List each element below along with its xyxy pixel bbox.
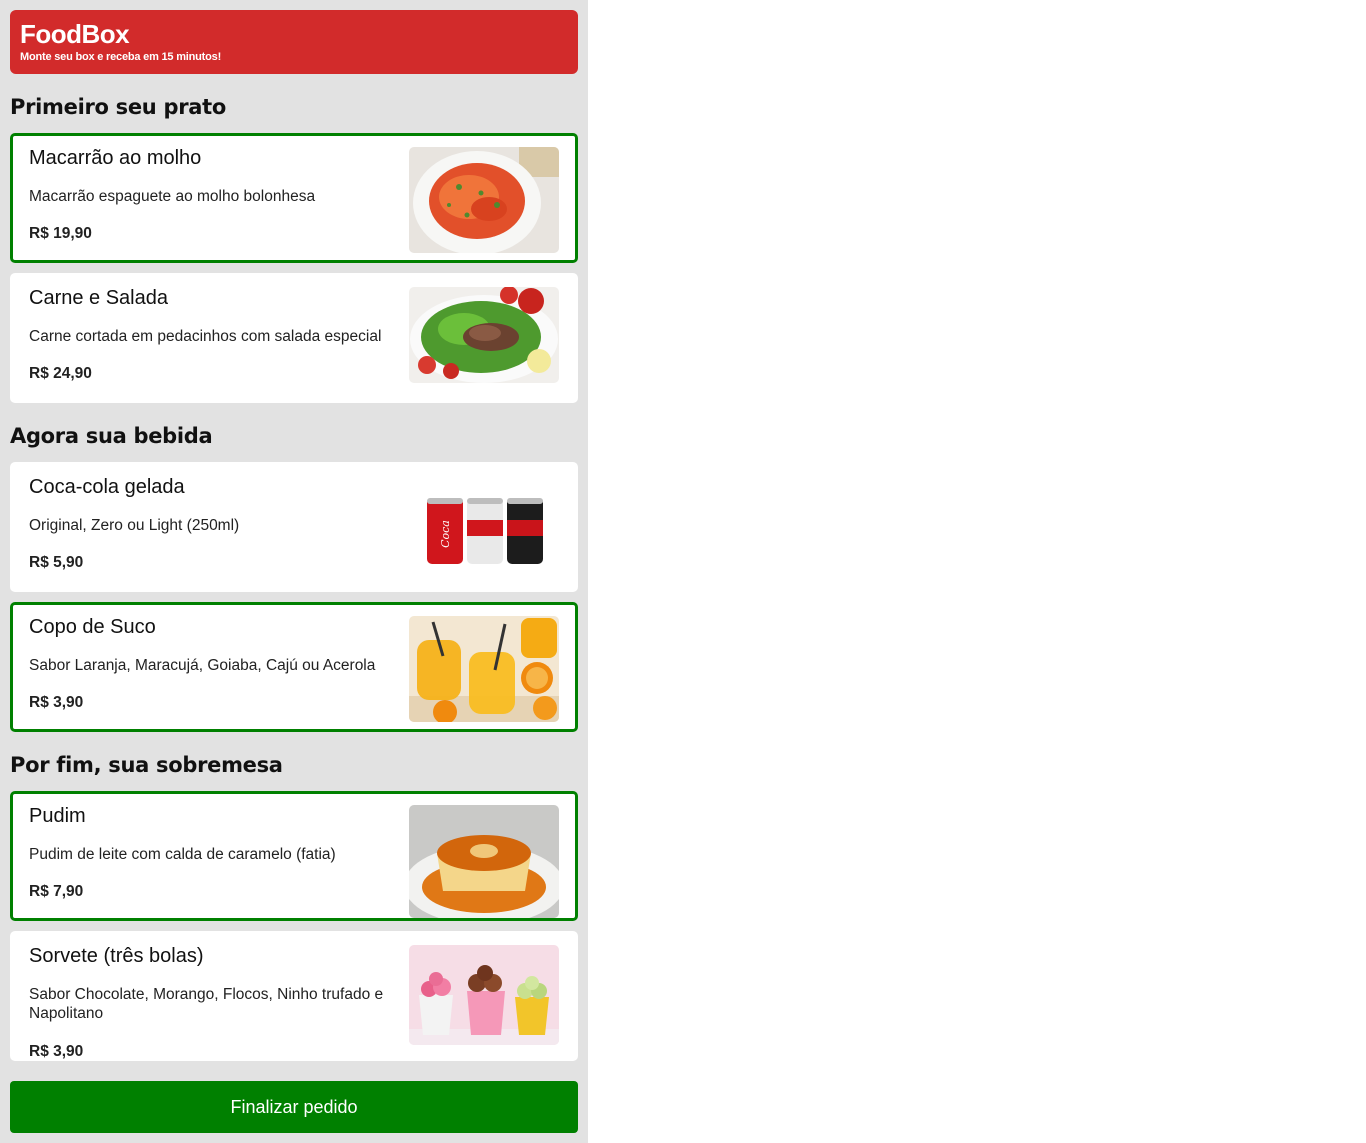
app-title: FoodBox bbox=[20, 19, 130, 49]
item-price: R$ 3,90 bbox=[29, 694, 84, 711]
section-title-main-dish: Primeiro seu prato bbox=[10, 95, 226, 119]
menu-item-card[interactable]: Copo de Suco Sabor Laranja, Maracujá, Go… bbox=[10, 602, 578, 732]
orange-juice-image bbox=[409, 616, 559, 722]
item-description: Pudim de leite com calda de caramelo (fa… bbox=[29, 846, 336, 863]
menu-item-card[interactable]: Pudim Pudim de leite com calda de carame… bbox=[10, 791, 578, 921]
item-description: Carne cortada em pedacinhos com salada e… bbox=[29, 328, 382, 345]
app-header: FoodBox Monte seu box e receba em 15 min… bbox=[10, 10, 578, 74]
item-price: R$ 24,90 bbox=[29, 365, 92, 382]
cola-cans-image: Coca bbox=[409, 476, 559, 582]
finish-order-button[interactable]: Finalizar pedido bbox=[10, 1081, 578, 1133]
app-panel: FoodBox Monte seu box e receba em 15 min… bbox=[0, 0, 588, 1143]
section-title-dessert: Por fim, sua sobremesa bbox=[10, 753, 283, 777]
pudding-image bbox=[409, 805, 559, 918]
menu-item-card[interactable]: Coca-cola gelada Original, Zero ou Light… bbox=[10, 462, 578, 592]
item-price: R$ 3,90 bbox=[29, 1043, 84, 1060]
menu-item-card[interactable]: Sorvete (três bolas) Sabor Chocolate, Mo… bbox=[10, 931, 578, 1061]
item-description: Macarrão espaguete ao molho bolonhesa bbox=[29, 188, 316, 205]
meat-salad-image bbox=[409, 287, 559, 383]
item-name: Pudim bbox=[29, 805, 86, 827]
pasta-image bbox=[409, 147, 559, 253]
menu-item-card[interactable]: Carne e Salada Carne cortada em pedacinh… bbox=[10, 273, 578, 403]
item-name: Carne e Salada bbox=[29, 287, 168, 309]
section-title-drink: Agora sua bebida bbox=[10, 424, 213, 448]
item-description: Original, Zero ou Light (250ml) bbox=[29, 517, 240, 534]
app-subtitle: Monte seu box e receba em 15 minutos! bbox=[20, 51, 222, 63]
item-name: Sorvete (três bolas) bbox=[29, 945, 204, 967]
item-name: Coca-cola gelada bbox=[29, 476, 185, 498]
item-description: Sabor Laranja, Maracujá, Goiaba, Cajú ou… bbox=[29, 657, 376, 674]
svg-text:Coca: Coca bbox=[439, 520, 452, 548]
item-description: Sabor Chocolate, Morango, Flocos, Ninho … bbox=[29, 986, 384, 1022]
item-price: R$ 19,90 bbox=[29, 225, 92, 242]
ice-cream-image bbox=[409, 945, 559, 1045]
menu-item-card[interactable]: Macarrão ao molho Macarrão espaguete ao … bbox=[10, 133, 578, 263]
item-name: Copo de Suco bbox=[29, 616, 156, 638]
item-name: Macarrão ao molho bbox=[29, 147, 202, 169]
item-price: R$ 5,90 bbox=[29, 554, 84, 571]
item-price: R$ 7,90 bbox=[29, 883, 84, 900]
